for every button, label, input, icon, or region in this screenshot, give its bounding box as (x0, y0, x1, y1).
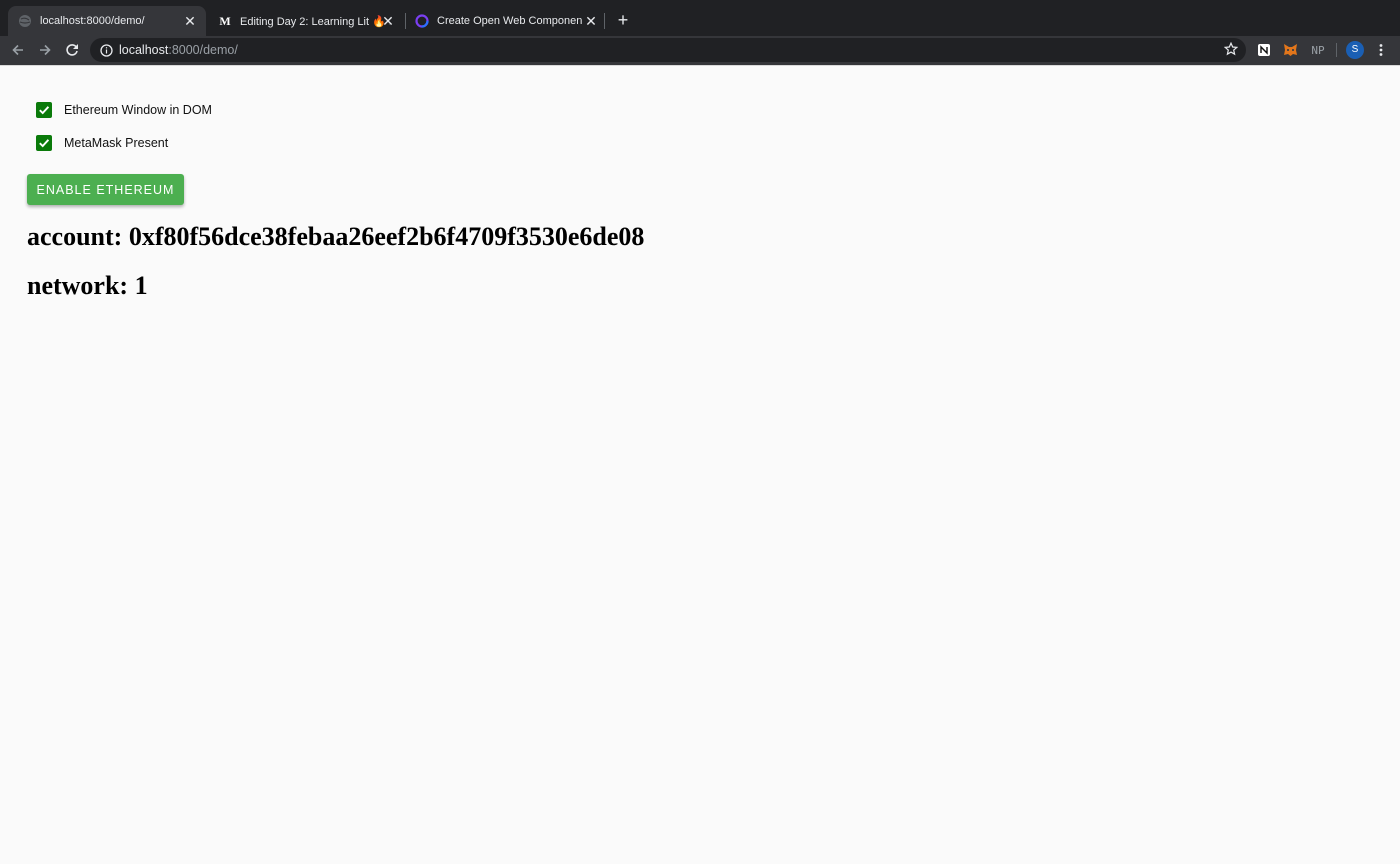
tab-open-wc[interactable]: Create Open Web Components ✕ (407, 6, 603, 36)
url-path: :8000/demo/ (168, 43, 238, 57)
checkbox-checked-icon[interactable] (36, 135, 52, 151)
back-button[interactable] (8, 40, 28, 60)
notion-icon[interactable] (1256, 40, 1272, 60)
arrow-left-icon (12, 44, 23, 56)
forward-button[interactable] (35, 40, 55, 60)
network-heading: network: 1 (27, 271, 148, 300)
tab-separator (604, 13, 605, 29)
globe-icon (18, 14, 32, 28)
browser-toolbar: localhost:8000/demo/ NP S (0, 36, 1400, 65)
reload-icon (66, 44, 78, 56)
enable-ethereum-button[interactable]: ENABLE ETHEREUM (27, 174, 184, 205)
page-content: Ethereum Window in DOM MetaMask Present … (0, 66, 1400, 864)
check-label: MetaMask Present (64, 136, 169, 150)
new-tab-button[interactable]: + (613, 10, 633, 30)
tab-title: Editing Day 2: Learning Lit 🔥 ... (240, 15, 390, 28)
tab-medium-editing[interactable]: M Editing Day 2: Learning Lit 🔥 ... ✕ (210, 6, 400, 36)
check-label: Ethereum Window in DOM (64, 103, 212, 117)
close-tab-icon[interactable]: ✕ (583, 13, 599, 29)
tab-strip: localhost:8000/demo/ ✕ M Editing Day 2: … (0, 0, 1400, 36)
account-heading: account: 0xf80f56dce38febaa26eef2b6f4709… (27, 222, 645, 251)
kebab-menu-icon (1379, 44, 1383, 56)
arrow-right-icon (40, 44, 51, 56)
browser-menu-button[interactable] (1374, 40, 1388, 60)
bookmark-star-icon[interactable] (1223, 41, 1239, 61)
toolbar-separator (1336, 43, 1337, 57)
site-info-icon[interactable] (100, 43, 113, 57)
reload-button[interactable] (62, 40, 82, 60)
tab-title: localhost:8000/demo/ (40, 15, 145, 27)
profile-avatar[interactable]: S (1346, 41, 1364, 59)
metamask-present-check[interactable]: MetaMask Present (36, 135, 168, 151)
np-extension-icon[interactable]: NP (1308, 40, 1328, 60)
open-wc-logo-icon (415, 14, 429, 28)
tab-localhost-demo[interactable]: localhost:8000/demo/ ✕ (8, 6, 206, 36)
url-text: localhost:8000/demo/ (119, 43, 238, 57)
tab-separator (405, 13, 406, 29)
ethereum-window-check[interactable]: Ethereum Window in DOM (36, 102, 212, 118)
checkbox-checked-icon[interactable] (36, 102, 52, 118)
metamask-icon[interactable] (1282, 40, 1298, 60)
medium-logo-icon: M (219, 13, 231, 28)
tab-title: Create Open Web Components (437, 15, 582, 27)
close-tab-icon[interactable]: ✕ (380, 13, 396, 29)
url-host: localhost (119, 43, 169, 57)
close-tab-icon[interactable]: ✕ (182, 13, 198, 29)
address-bar[interactable]: localhost:8000/demo/ (90, 38, 1246, 62)
